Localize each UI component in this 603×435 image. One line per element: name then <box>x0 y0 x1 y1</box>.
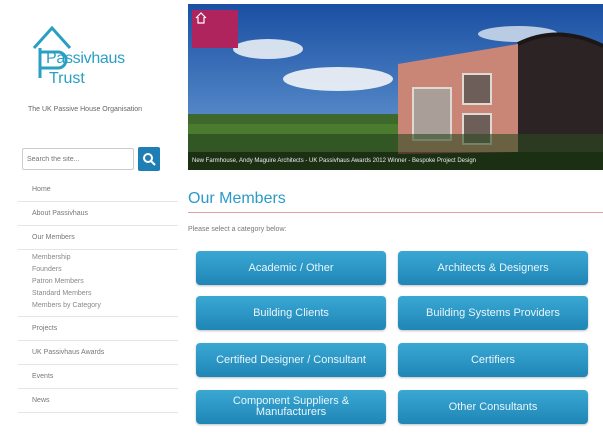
hero-caption: New Farmhouse, Andy Maguire Architects -… <box>188 152 603 170</box>
category-button-building-systems[interactable]: Building Systems Providers <box>398 296 588 330</box>
sidebar: Passivhaus Trust The UK Passive House Or… <box>0 0 178 435</box>
sidebar-item-events[interactable]: Events <box>18 365 178 389</box>
sidebar-item-news[interactable]: News <box>18 389 178 413</box>
sidebar-nav: Home About Passivhaus Our Members Member… <box>18 178 178 413</box>
category-button-architects[interactable]: Architects & Designers <box>398 251 588 285</box>
sidebar-subitem-patron[interactable]: Patron Members <box>32 276 178 288</box>
sidebar-subitem-membership[interactable]: Membership <box>32 252 178 264</box>
category-button-other-consultants[interactable]: Other Consultants <box>398 390 588 424</box>
sidebar-subitem-founders[interactable]: Founders <box>32 264 178 276</box>
sidebar-submenu: Membership Founders Patron Members Stand… <box>18 250 178 317</box>
sidebar-item-projects[interactable]: Projects <box>18 317 178 341</box>
category-button-certified-designer[interactable]: Certified Designer / Consultant <box>196 343 386 377</box>
sidebar-item-about[interactable]: About Passivhaus <box>18 202 178 226</box>
category-button-certifiers[interactable]: Certifiers <box>398 343 588 377</box>
sidebar-subitem-by-category[interactable]: Members by Category <box>32 300 178 312</box>
house-icon <box>195 12 207 24</box>
brand-name: Passivhaus <box>46 50 125 67</box>
awards-badge <box>192 10 238 48</box>
hero-photo <box>188 4 603 170</box>
category-button-component-suppliers[interactable]: Component Suppliers & Manufacturers <box>196 390 386 424</box>
search-input[interactable] <box>22 148 134 170</box>
sidebar-subitem-standard[interactable]: Standard Members <box>32 288 178 300</box>
page-title: Our Members <box>188 190 286 207</box>
search-button[interactable] <box>138 147 160 171</box>
search-icon <box>143 153 156 166</box>
sidebar-item-awards[interactable]: UK Passivhaus Awards <box>18 341 178 365</box>
category-button-building-clients[interactable]: Building Clients <box>196 296 386 330</box>
category-button-academic[interactable]: Academic / Other <box>196 251 386 285</box>
page-instructions: Please select a category below: <box>188 226 287 233</box>
hero-banner: New Farmhouse, Andy Maguire Architects -… <box>188 4 603 170</box>
brand-name-trust: Trust <box>49 70 85 87</box>
brand-tagline: The UK Passive House Organisation <box>28 106 142 113</box>
sidebar-item-our-members[interactable]: Our Members <box>18 226 178 250</box>
title-divider <box>188 212 603 213</box>
sidebar-item-home[interactable]: Home <box>18 178 178 202</box>
